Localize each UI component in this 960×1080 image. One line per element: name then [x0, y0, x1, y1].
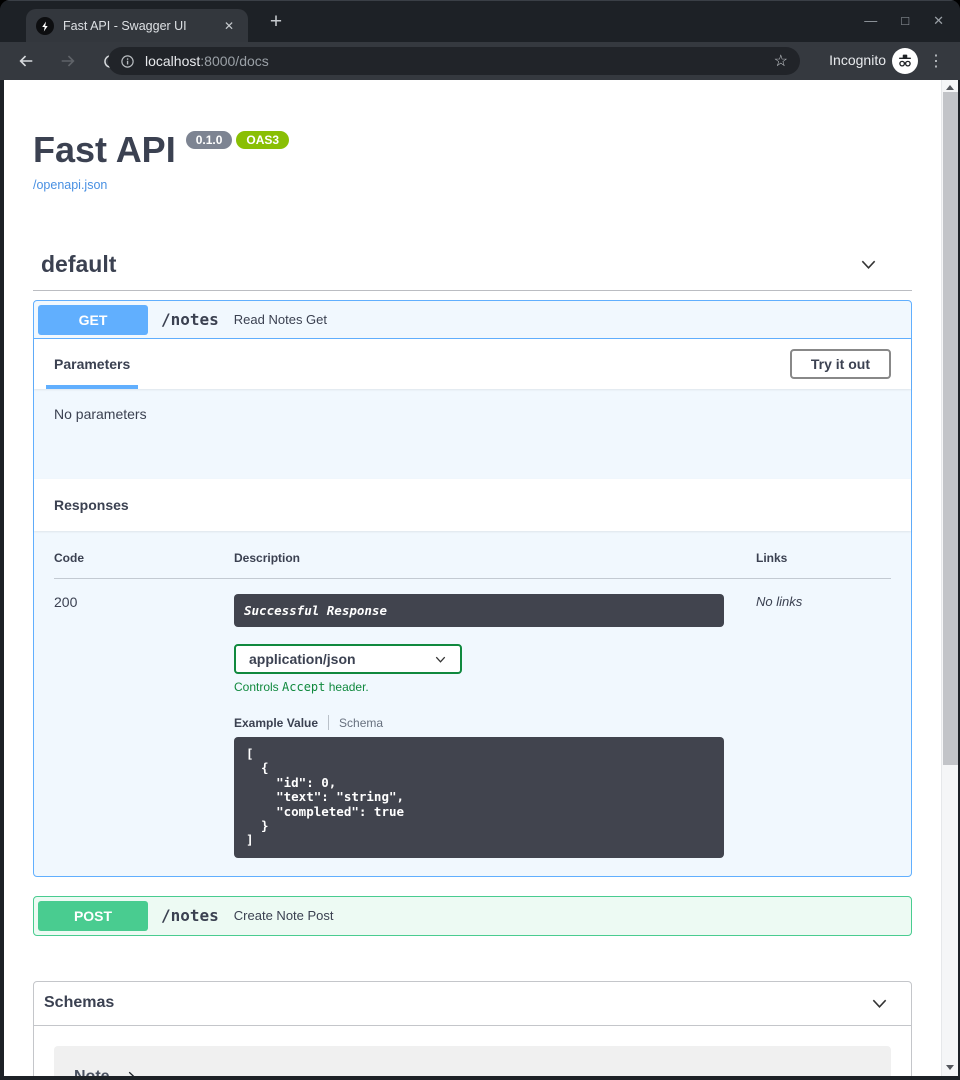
chevron-down-icon — [434, 653, 447, 666]
browser-tab[interactable]: Fast API - Swagger UI ✕ — [26, 9, 248, 43]
browser-window: Fast API - Swagger UI ✕ + — □ ✕ lo — [0, 0, 960, 1080]
response-description-cell: Successful Response application/json Con… — [234, 594, 756, 858]
col-header-code: Code — [54, 551, 234, 565]
try-it-out-button[interactable]: Try it out — [790, 349, 891, 379]
openapi-spec-link[interactable]: /openapi.json — [33, 178, 107, 192]
response-links: No links — [756, 594, 891, 858]
site-info-icon[interactable] — [120, 54, 135, 69]
controls-accept-note: Controls Accept header. — [234, 680, 756, 694]
example-schema-tabs: Example Value Schema — [234, 715, 756, 730]
tab-parameters[interactable]: Parameters — [54, 339, 130, 389]
browser-toolbar: localhost:8000/docs ☆ Incognito ⋮ — [0, 42, 960, 80]
tab-divider — [328, 715, 329, 730]
response-description: Successful Response — [234, 594, 724, 627]
post-method-badge: POST — [38, 901, 148, 931]
schemas-section: Schemas Note — [33, 981, 912, 1076]
scroll-down-icon[interactable] — [942, 1060, 958, 1074]
url-text: localhost:8000/docs — [145, 53, 269, 69]
col-header-links: Links — [756, 551, 891, 565]
tab-close-icon[interactable]: ✕ — [220, 17, 238, 35]
incognito-icon — [892, 48, 918, 74]
post-notes-summary[interactable]: POST /notes Create Note Post — [34, 897, 911, 935]
model-note-name: Note — [74, 1068, 110, 1076]
maximize-button[interactable]: □ — [901, 11, 909, 31]
url-path: :8000/docs — [200, 53, 269, 69]
opblock-post-notes: POST /notes Create Note Post — [33, 896, 912, 936]
responses-header: Responses — [34, 479, 911, 531]
no-parameters-text: No parameters — [34, 389, 911, 479]
api-header: Fast API 0.1.0OAS3 /openapi.json — [33, 129, 912, 194]
new-tab-button[interactable]: + — [262, 10, 290, 36]
tag-title: default — [41, 251, 116, 278]
page-scrollbar[interactable] — [941, 80, 958, 1076]
tag-section-default[interactable]: default — [33, 251, 912, 291]
tab-title: Fast API - Swagger UI — [63, 19, 211, 33]
oas3-badge: OAS3 — [236, 131, 289, 149]
response-row-200: 200 Successful Response application/json… — [54, 579, 891, 858]
chevron-down-icon[interactable] — [870, 994, 889, 1013]
menu-icon[interactable]: ⋮ — [928, 52, 944, 71]
scrollbar-thumb[interactable] — [943, 92, 958, 765]
example-json-block: [ { "id": 0, "text": "string", "complete… — [234, 737, 724, 858]
incognito-label: Incognito — [829, 52, 886, 68]
fastapi-favicon-icon — [36, 17, 54, 35]
model-note: Note — [54, 1046, 891, 1076]
schemas-header[interactable]: Schemas — [34, 982, 911, 1026]
titlebar: Fast API - Swagger UI ✕ + — □ ✕ — [0, 0, 960, 42]
get-summary-text: Read Notes Get — [234, 312, 327, 327]
tab-schema[interactable]: Schema — [339, 716, 383, 730]
parameters-header: Parameters Try it out — [34, 339, 911, 389]
back-icon[interactable] — [12, 47, 40, 75]
get-method-badge: GET — [38, 305, 148, 335]
col-header-description: Description — [234, 551, 756, 565]
chevron-down-icon[interactable] — [859, 255, 878, 274]
post-path: /notes — [161, 906, 219, 925]
opblock-get-notes: GET /notes Read Notes Get Parameters Try… — [33, 300, 912, 877]
version-badge: 0.1.0 — [186, 131, 233, 149]
schemas-title: Schemas — [44, 994, 114, 1012]
address-bar[interactable]: localhost:8000/docs ☆ — [108, 47, 800, 75]
responses-table-head: Code Description Links — [54, 551, 891, 579]
models-body: Note — [34, 1026, 911, 1076]
post-summary-text: Create Note Post — [234, 908, 334, 923]
minimize-button[interactable]: — — [864, 11, 877, 31]
model-note-toggle[interactable]: Note — [74, 1068, 891, 1076]
bookmark-star-icon[interactable]: ☆ — [774, 51, 788, 71]
get-path: /notes — [161, 310, 219, 329]
tab-example-value[interactable]: Example Value — [234, 716, 318, 730]
responses-body: Code Description Links 200 Successful Re… — [34, 531, 911, 876]
media-type-value: application/json — [249, 651, 356, 667]
page-title: Fast API — [33, 129, 176, 170]
media-type-select[interactable]: application/json — [234, 644, 462, 674]
swagger-page: Fast API0.1.0OAS3 /openapi.json default … — [4, 80, 941, 1076]
forward-icon[interactable] — [54, 47, 82, 75]
url-host: localhost — [145, 53, 200, 69]
chevron-right-icon — [125, 1070, 138, 1076]
close-button[interactable]: ✕ — [933, 11, 944, 31]
get-notes-summary[interactable]: GET /notes Read Notes Get — [34, 301, 911, 339]
response-code: 200 — [54, 594, 234, 858]
